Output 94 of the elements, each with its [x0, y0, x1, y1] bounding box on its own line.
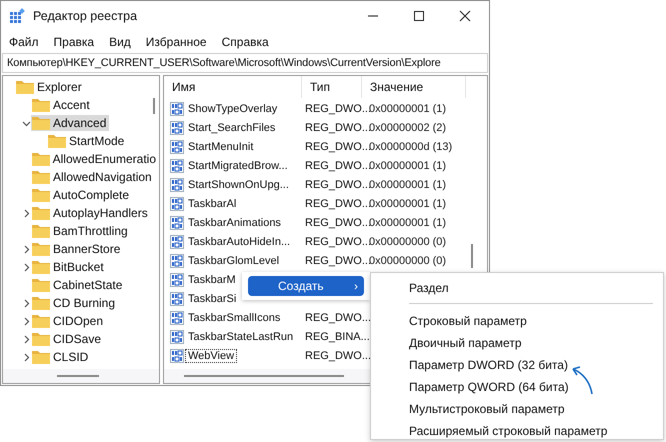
folder-icon [32, 224, 50, 238]
registry-icon [9, 8, 25, 24]
folder-icon [32, 296, 50, 310]
binary-value-icon [170, 234, 184, 248]
binary-value-icon [170, 348, 184, 362]
folder-icon [32, 98, 50, 112]
menu-item[interactable]: Справка [222, 35, 269, 49]
binary-value-icon [170, 292, 184, 306]
tree-item[interactable]: StartMode [47, 133, 128, 149]
folder-icon [32, 242, 50, 256]
folder-icon [32, 332, 50, 346]
folder-icon [32, 188, 50, 202]
table-cell[interactable]: TaskbarM [185, 272, 239, 286]
table-cell[interactable]: StartMigratedBrow... [185, 158, 291, 172]
menu-item[interactable]: Создать › [248, 276, 364, 296]
table-cell[interactable]: StartMenuInit [185, 140, 256, 154]
binary-value-icon [170, 216, 184, 230]
table-cell[interactable]: TaskbarStateLastRun [185, 330, 296, 344]
binary-value-icon [170, 254, 184, 268]
folder-icon [32, 170, 50, 184]
menu-item[interactable]: Правка [54, 35, 94, 49]
tree-item[interactable]: Accent [31, 97, 93, 113]
folder-icon [32, 206, 50, 220]
folder-icon [48, 134, 66, 148]
chevron-right-icon[interactable] [22, 298, 30, 308]
binary-value-icon [170, 158, 184, 172]
binary-value-icon [170, 120, 184, 134]
tree-item[interactable]: AllowedEnumeratio [30, 151, 159, 167]
chevron-right-icon[interactable] [22, 208, 30, 218]
menu-item[interactable]: Двоичный параметр [371, 332, 663, 354]
folder-icon [32, 314, 50, 328]
chevron-right-icon[interactable] [22, 244, 30, 254]
table-cell[interactable]: TaskbarAutoHideIn... [185, 234, 294, 248]
scrollbar-thumb[interactable] [184, 375, 344, 377]
menu-item[interactable]: Строковый параметр [371, 310, 663, 332]
tree-item[interactable]: AllowedNavigation [31, 169, 155, 185]
binary-value-icon [170, 102, 184, 116]
chevron-right-icon[interactable] [22, 316, 30, 326]
table-cell[interactable]: TaskbarSi [185, 292, 240, 306]
tree-item[interactable]: AutoComplete [31, 187, 132, 203]
table-cell[interactable]: ShowTypeOverlay [185, 102, 280, 116]
binary-value-icon [170, 272, 184, 286]
table-cell[interactable]: TaskbarGlomLevel [185, 254, 282, 268]
tree-item[interactable]: Explorer [15, 79, 85, 95]
chevron-down-icon[interactable] [22, 118, 30, 128]
close-icon[interactable] [459, 10, 471, 22]
tree-item[interactable]: CabinetState [31, 277, 126, 293]
table-cell[interactable]: Start_SearchFiles [185, 120, 278, 134]
menu-item[interactable]: Параметр QWORD (64 бита) [371, 376, 663, 398]
tree-item[interactable]: BannerStore [31, 241, 124, 257]
binary-value-icon [170, 196, 184, 210]
folder-icon [16, 80, 34, 94]
tree-item[interactable]: CIDOpen [31, 313, 106, 329]
column-header[interactable]: Имя [164, 76, 302, 98]
menu-item[interactable]: Раздел [371, 277, 663, 299]
tree-item[interactable]: BitBucket [31, 259, 107, 275]
tree-item[interactable]: CIDSave [31, 331, 104, 347]
menu-item[interactable]: Расширяемый строковый параметр [371, 420, 663, 442]
scrollbar-thumb[interactable] [153, 98, 155, 114]
binary-value-icon [170, 140, 184, 154]
table-cell[interactable]: TaskbarAl [185, 196, 240, 210]
table-cell[interactable]: WebView [185, 348, 238, 362]
chevron-right-icon[interactable] [22, 262, 30, 272]
column-header[interactable]: Значение [362, 76, 466, 98]
folder-icon [32, 260, 50, 274]
window-title: Редактор реестра [33, 9, 138, 23]
binary-value-icon [170, 178, 184, 192]
chevron-right-icon[interactable] [22, 334, 30, 344]
scrollbar-thumb[interactable] [57, 375, 99, 377]
chevron-right-icon[interactable] [22, 352, 30, 362]
table-cell[interactable]: TaskbarAnimations [185, 216, 284, 230]
tree-item[interactable]: Advanced [31, 115, 110, 131]
tree-item[interactable]: BamThrottling [31, 223, 131, 239]
folder-icon [32, 152, 50, 166]
address-field[interactable]: Компьютер\HKEY_CURRENT_USER\Software\Microsoft\Windows\CurrentVersion\Explore [2, 53, 488, 73]
scrollbar-thumb[interactable] [471, 244, 473, 268]
folder-icon [32, 350, 50, 364]
menu-item[interactable]: Параметр DWORD (32 бита) [371, 354, 663, 376]
tree-item[interactable]: CD Burning [31, 295, 118, 311]
menu-item[interactable]: Избранное [146, 35, 207, 49]
menu-item[interactable]: Файл [9, 35, 39, 49]
maximize-icon[interactable] [413, 10, 425, 22]
binary-value-icon [170, 330, 184, 344]
tree-item[interactable]: AutoplayHandlers [31, 205, 151, 221]
binary-value-icon [170, 310, 184, 324]
menu-item[interactable]: Вид [109, 35, 131, 49]
pointer-arrow [570, 364, 596, 396]
column-header[interactable]: Тип [302, 76, 362, 98]
folder-icon [32, 116, 50, 130]
folder-icon [32, 278, 50, 292]
table-cell[interactable]: TaskbarSmallIcons [185, 310, 284, 324]
tree-item[interactable]: CLSID [31, 349, 92, 365]
menu-item[interactable]: Мультистроковый параметр [371, 398, 663, 420]
table-cell[interactable]: StartShownOnUpg... [185, 178, 292, 192]
